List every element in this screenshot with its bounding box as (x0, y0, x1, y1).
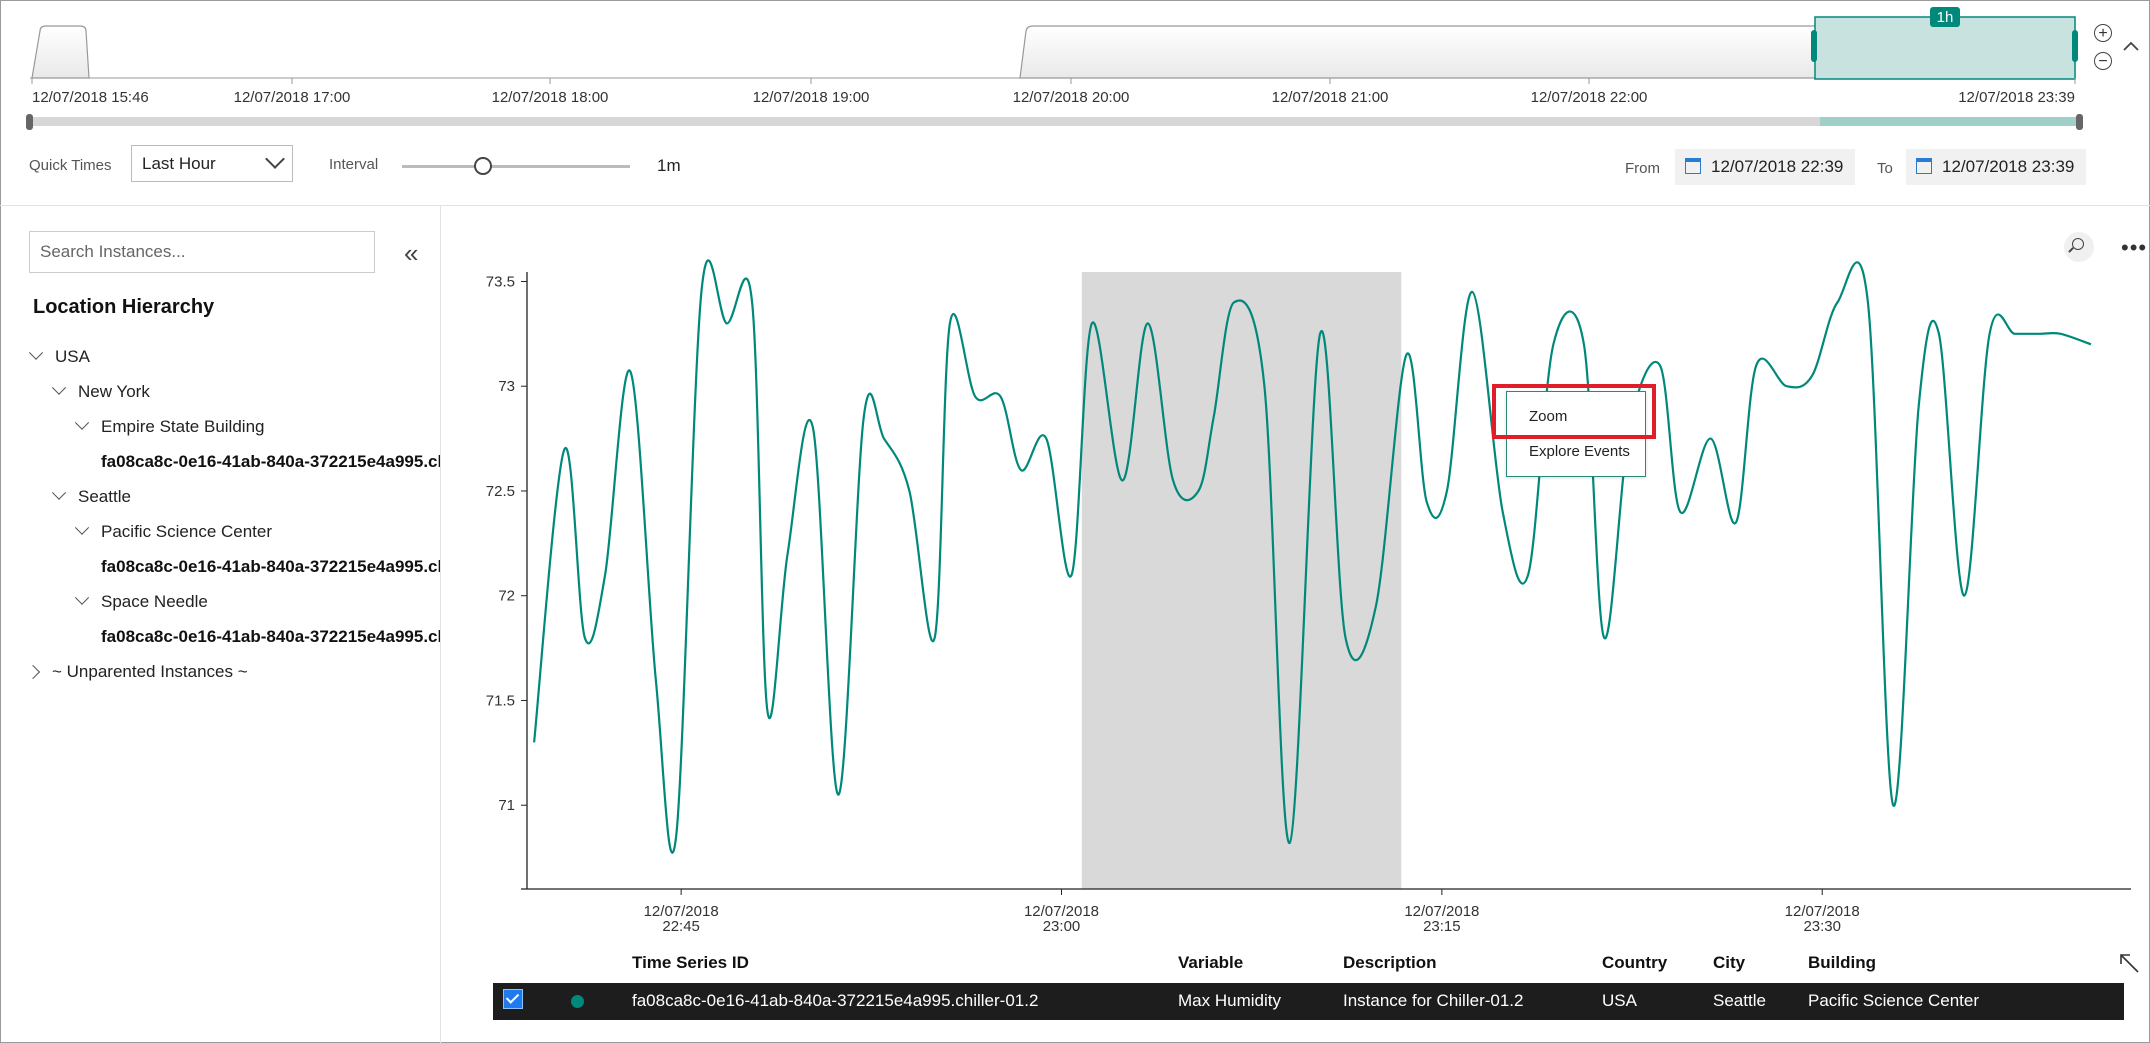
x-tick-label: 23:15 (1423, 918, 1461, 935)
calendar-icon (1916, 158, 1932, 174)
chevron-down-icon[interactable] (51, 485, 67, 500)
brush-left-handle[interactable] (1811, 30, 1817, 62)
column-header-building[interactable]: Building (1808, 953, 1876, 973)
table-row[interactable]: fa08ca8c-0e16-41ab-840a-372215e4a995.chi… (493, 983, 2124, 1020)
y-tick-label: 73.5 (486, 273, 515, 290)
availability-tick-label: 12/07/2018 17:00 (234, 89, 351, 106)
chevron-down-icon[interactable] (28, 345, 44, 360)
expand-table-icon[interactable] (2118, 952, 2140, 980)
hierarchy-title: Location Hierarchy (33, 296, 215, 318)
x-tick-label: 23:30 (1803, 918, 1841, 935)
availability-tick-label: 12/07/2018 20:00 (1013, 89, 1130, 106)
cell-description: Instance for Chiller-01.2 (1343, 991, 1524, 1010)
tree-node-label: Empire State Building (101, 417, 265, 436)
chevron-down-icon (265, 149, 285, 169)
availability-chart[interactable]: 1h 12/07/2018 15:46 12/07/2018 17:00 12/07… (0, 0, 2150, 140)
tree-node-label: USA (55, 347, 90, 366)
tree-node-label: New York (78, 382, 150, 401)
brush-right-handle[interactable] (2072, 30, 2078, 62)
availability-tick-label: 12/07/2018 18:00 (492, 89, 609, 106)
to-label: To (1877, 160, 1893, 177)
tree-node-space-needle[interactable]: Space Needle (74, 590, 208, 612)
cell-building: Pacific Science Center (1808, 991, 1980, 1010)
tree-node-new-york[interactable]: New York (51, 380, 150, 402)
availability-tick-label: 12/07/2018 23:39 (1958, 89, 2075, 106)
cell-city: Seattle (1713, 991, 1766, 1010)
context-menu-explore-events[interactable]: Explore Events (1529, 443, 1630, 460)
series-color-dot (571, 995, 584, 1008)
tree-node-label: ~ Unparented Instances ~ (52, 662, 248, 681)
search-icon[interactable] (2064, 232, 2094, 262)
selection-region[interactable] (1081, 272, 1402, 889)
tree-leaf-instance[interactable]: fa08ca8c-0e16-41ab-840a-372215e4a995.chi… (101, 627, 440, 647)
from-label: From (1625, 160, 1660, 177)
availability-tick-label: 12/07/2018 19:00 (753, 89, 870, 106)
highlight-annotation (1492, 384, 1656, 439)
tree-leaf-instance[interactable]: fa08ca8c-0e16-41ab-840a-372215e4a995.chi… (101, 452, 440, 472)
tree-node-label: Space Needle (101, 592, 208, 611)
time-range-track[interactable] (28, 117, 2080, 126)
collapse-panel-icon[interactable]: « (404, 238, 418, 269)
quick-times-value: Last Hour (142, 154, 216, 173)
calendar-icon (1685, 158, 1701, 174)
column-header-description[interactable]: Description (1343, 953, 1437, 973)
tree-node-seattle[interactable]: Seattle (51, 485, 131, 507)
y-tick-label: 72 (498, 588, 515, 605)
interval-slider-thumb[interactable] (474, 157, 492, 175)
x-tick-label: 22:45 (662, 918, 700, 935)
availability-tick-label: 12/07/2018 22:00 (1531, 89, 1648, 106)
interval-value: 1m (657, 156, 681, 175)
cell-country: USA (1602, 991, 1637, 1010)
tree-node-pacific-science-center[interactable]: Pacific Science Center (74, 520, 273, 542)
quick-times-select[interactable]: Last Hour (131, 145, 293, 182)
column-header-time-series-id[interactable]: Time Series ID (632, 953, 749, 973)
column-header-country[interactable]: Country (1602, 953, 1667, 973)
line-chart[interactable]: 73.57372.57271.57112/07/201822:4512/07/2… (441, 206, 2150, 936)
search-instances-input[interactable] (29, 231, 375, 273)
tree-node-usa[interactable]: USA (28, 345, 90, 367)
time-range-start-handle[interactable] (26, 114, 33, 130)
y-tick-label: 71.5 (486, 692, 515, 709)
column-header-city[interactable]: City (1713, 953, 1745, 973)
collapse-timeline-icon[interactable] (2122, 36, 2140, 57)
row-checkbox[interactable] (503, 989, 523, 1009)
zoom-in-icon[interactable]: + (2094, 24, 2112, 42)
tree-node-label: Pacific Science Center (101, 522, 273, 541)
y-tick-label: 71 (498, 797, 515, 814)
tree-node-label: Seattle (78, 487, 131, 506)
cell-variable: Max Humidity (1178, 991, 1281, 1010)
chevron-right-icon[interactable] (25, 664, 41, 680)
interval-slider[interactable] (402, 165, 630, 168)
tree-node-unparented[interactable]: ~ Unparented Instances ~ (25, 662, 248, 682)
availability-tick-label: 12/07/2018 21:00 (1272, 89, 1389, 106)
time-range-end-handle[interactable] (2076, 114, 2083, 130)
to-date-picker[interactable]: 12/07/2018 23:39 (1906, 149, 2086, 185)
chevron-down-icon[interactable] (74, 415, 90, 430)
y-tick-label: 73 (498, 378, 515, 395)
from-date-value: 12/07/2018 22:39 (1711, 157, 1844, 176)
availability-tick-label: 12/07/2018 15:46 (32, 89, 149, 106)
more-options-icon[interactable]: ••• (2121, 235, 2147, 261)
zoom-out-icon[interactable]: − (2094, 52, 2112, 70)
tree-leaf-instance[interactable]: fa08ca8c-0e16-41ab-840a-372215e4a995.chi… (101, 557, 440, 577)
quick-times-label: Quick Times (29, 157, 112, 174)
to-date-value: 12/07/2018 23:39 (1942, 157, 2075, 176)
chevron-down-icon[interactable] (51, 380, 67, 395)
from-date-picker[interactable]: 12/07/2018 22:39 (1675, 149, 1855, 185)
tree-node-empire-state-building[interactable]: Empire State Building (74, 415, 265, 437)
y-tick-label: 72.5 (486, 483, 515, 500)
interval-label: Interval (329, 156, 379, 173)
time-range-selection[interactable] (1820, 117, 2078, 126)
cell-time-series-id: fa08ca8c-0e16-41ab-840a-372215e4a995.chi… (632, 991, 1039, 1010)
column-header-variable[interactable]: Variable (1178, 953, 1243, 973)
brush-duration-label: 1h (1937, 9, 1954, 26)
availability-block (31, 25, 90, 79)
chevron-down-icon[interactable] (74, 520, 90, 535)
x-tick-label: 23:00 (1043, 918, 1081, 935)
chevron-down-icon[interactable] (74, 590, 90, 605)
